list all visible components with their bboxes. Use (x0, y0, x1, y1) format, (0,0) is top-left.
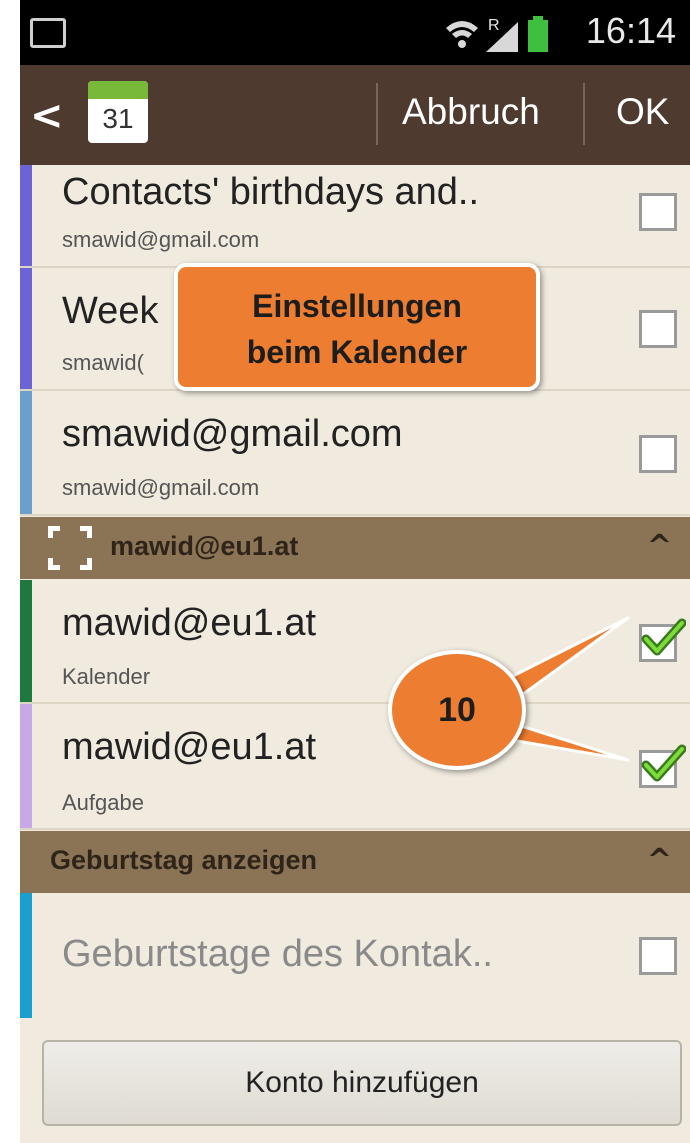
add-account-button[interactable]: Konto hinzufügen (42, 1040, 682, 1126)
calendar-type: Aufgabe (62, 790, 144, 815)
list-item[interactable]: Geburtstage des Kontak.. (20, 893, 690, 1018)
back-chevron-icon[interactable]: < (30, 93, 64, 139)
calendar-title: Contacts' birthdays and.. (62, 171, 480, 213)
calendar-icon-number: 31 (102, 103, 134, 134)
calendar-title: mawid@eu1.at (62, 726, 317, 768)
calendar-title: Geburtstage des Kontak.. (62, 933, 493, 975)
calendar-color-bar (20, 580, 32, 702)
group-title: mawid@eu1.at (110, 531, 299, 561)
callout-line: beim Kalender (246, 334, 468, 370)
calendar-checkbox[interactable] (639, 618, 686, 662)
sync-frame-icon (48, 526, 92, 570)
annotation-callout: Einstellungen beim Kalender (174, 263, 540, 391)
ok-button[interactable]: OK (616, 91, 669, 133)
list-item[interactable]: smawid@gmail.com smawid@gmail.com (20, 391, 690, 516)
calendar-app-icon[interactable]: 31 (88, 81, 148, 143)
calendar-color-bar (20, 391, 32, 514)
signal-icons: R (446, 16, 548, 52)
divider (376, 83, 378, 145)
calendar-account: smawid( (62, 350, 144, 375)
list-item[interactable]: mawid@eu1.at Kalender (20, 580, 690, 704)
wifi-icon (446, 21, 478, 48)
calendar-color-bar (20, 165, 32, 266)
calendar-account: smawid@gmail.com (62, 227, 260, 252)
calendar-checkbox[interactable] (639, 435, 677, 473)
calendar-account: smawid@gmail.com (62, 475, 260, 500)
status-bar: R 16:14 (20, 0, 690, 65)
battery-icon (528, 20, 548, 52)
clock: 16:14 (585, 10, 676, 51)
calendar-color-bar (20, 893, 32, 1018)
group-title: Geburtstag anzeigen (50, 845, 318, 875)
calendar-checkbox[interactable] (639, 193, 677, 231)
calendar-checkbox[interactable] (639, 310, 677, 348)
calendar-title: smawid@gmail.com (62, 413, 403, 455)
group-header-birthday[interactable]: Geburtstag anzeigen ^ (20, 831, 690, 893)
list-item[interactable]: Contacts' birthdays and.. smawid@gmail.c… (20, 165, 690, 268)
checkmark-icon (641, 744, 686, 782)
list-item[interactable]: mawid@eu1.at Aufgabe (20, 704, 690, 830)
settings-screen: R 16:14 < 31 Abbruch OK Contacts' birthd… (20, 0, 690, 1143)
callout-line: Einstellungen (252, 288, 462, 324)
annotation-badge: 10 (388, 650, 526, 770)
calendar-checkbox[interactable] (639, 937, 677, 975)
divider (583, 83, 585, 145)
calendar-type: Kalender (62, 664, 151, 689)
calendar-color-bar (20, 268, 32, 389)
calendar-color-bar (20, 704, 32, 828)
action-bar: < 31 Abbruch OK (20, 65, 690, 165)
cancel-button[interactable]: Abbruch (402, 91, 540, 133)
calendar-title: Week (62, 290, 159, 332)
checkmark-icon (641, 618, 686, 656)
calendar-title: mawid@eu1.at (62, 602, 317, 644)
gallery-notification-icon (30, 18, 66, 48)
chevron-up-icon[interactable]: ^ (647, 529, 672, 564)
group-header-mawid[interactable]: mawid@eu1.at ^ (20, 517, 690, 579)
calendar-checkbox[interactable] (639, 744, 686, 788)
chevron-up-icon[interactable]: ^ (647, 843, 672, 878)
roaming-letter: R (488, 17, 500, 34)
